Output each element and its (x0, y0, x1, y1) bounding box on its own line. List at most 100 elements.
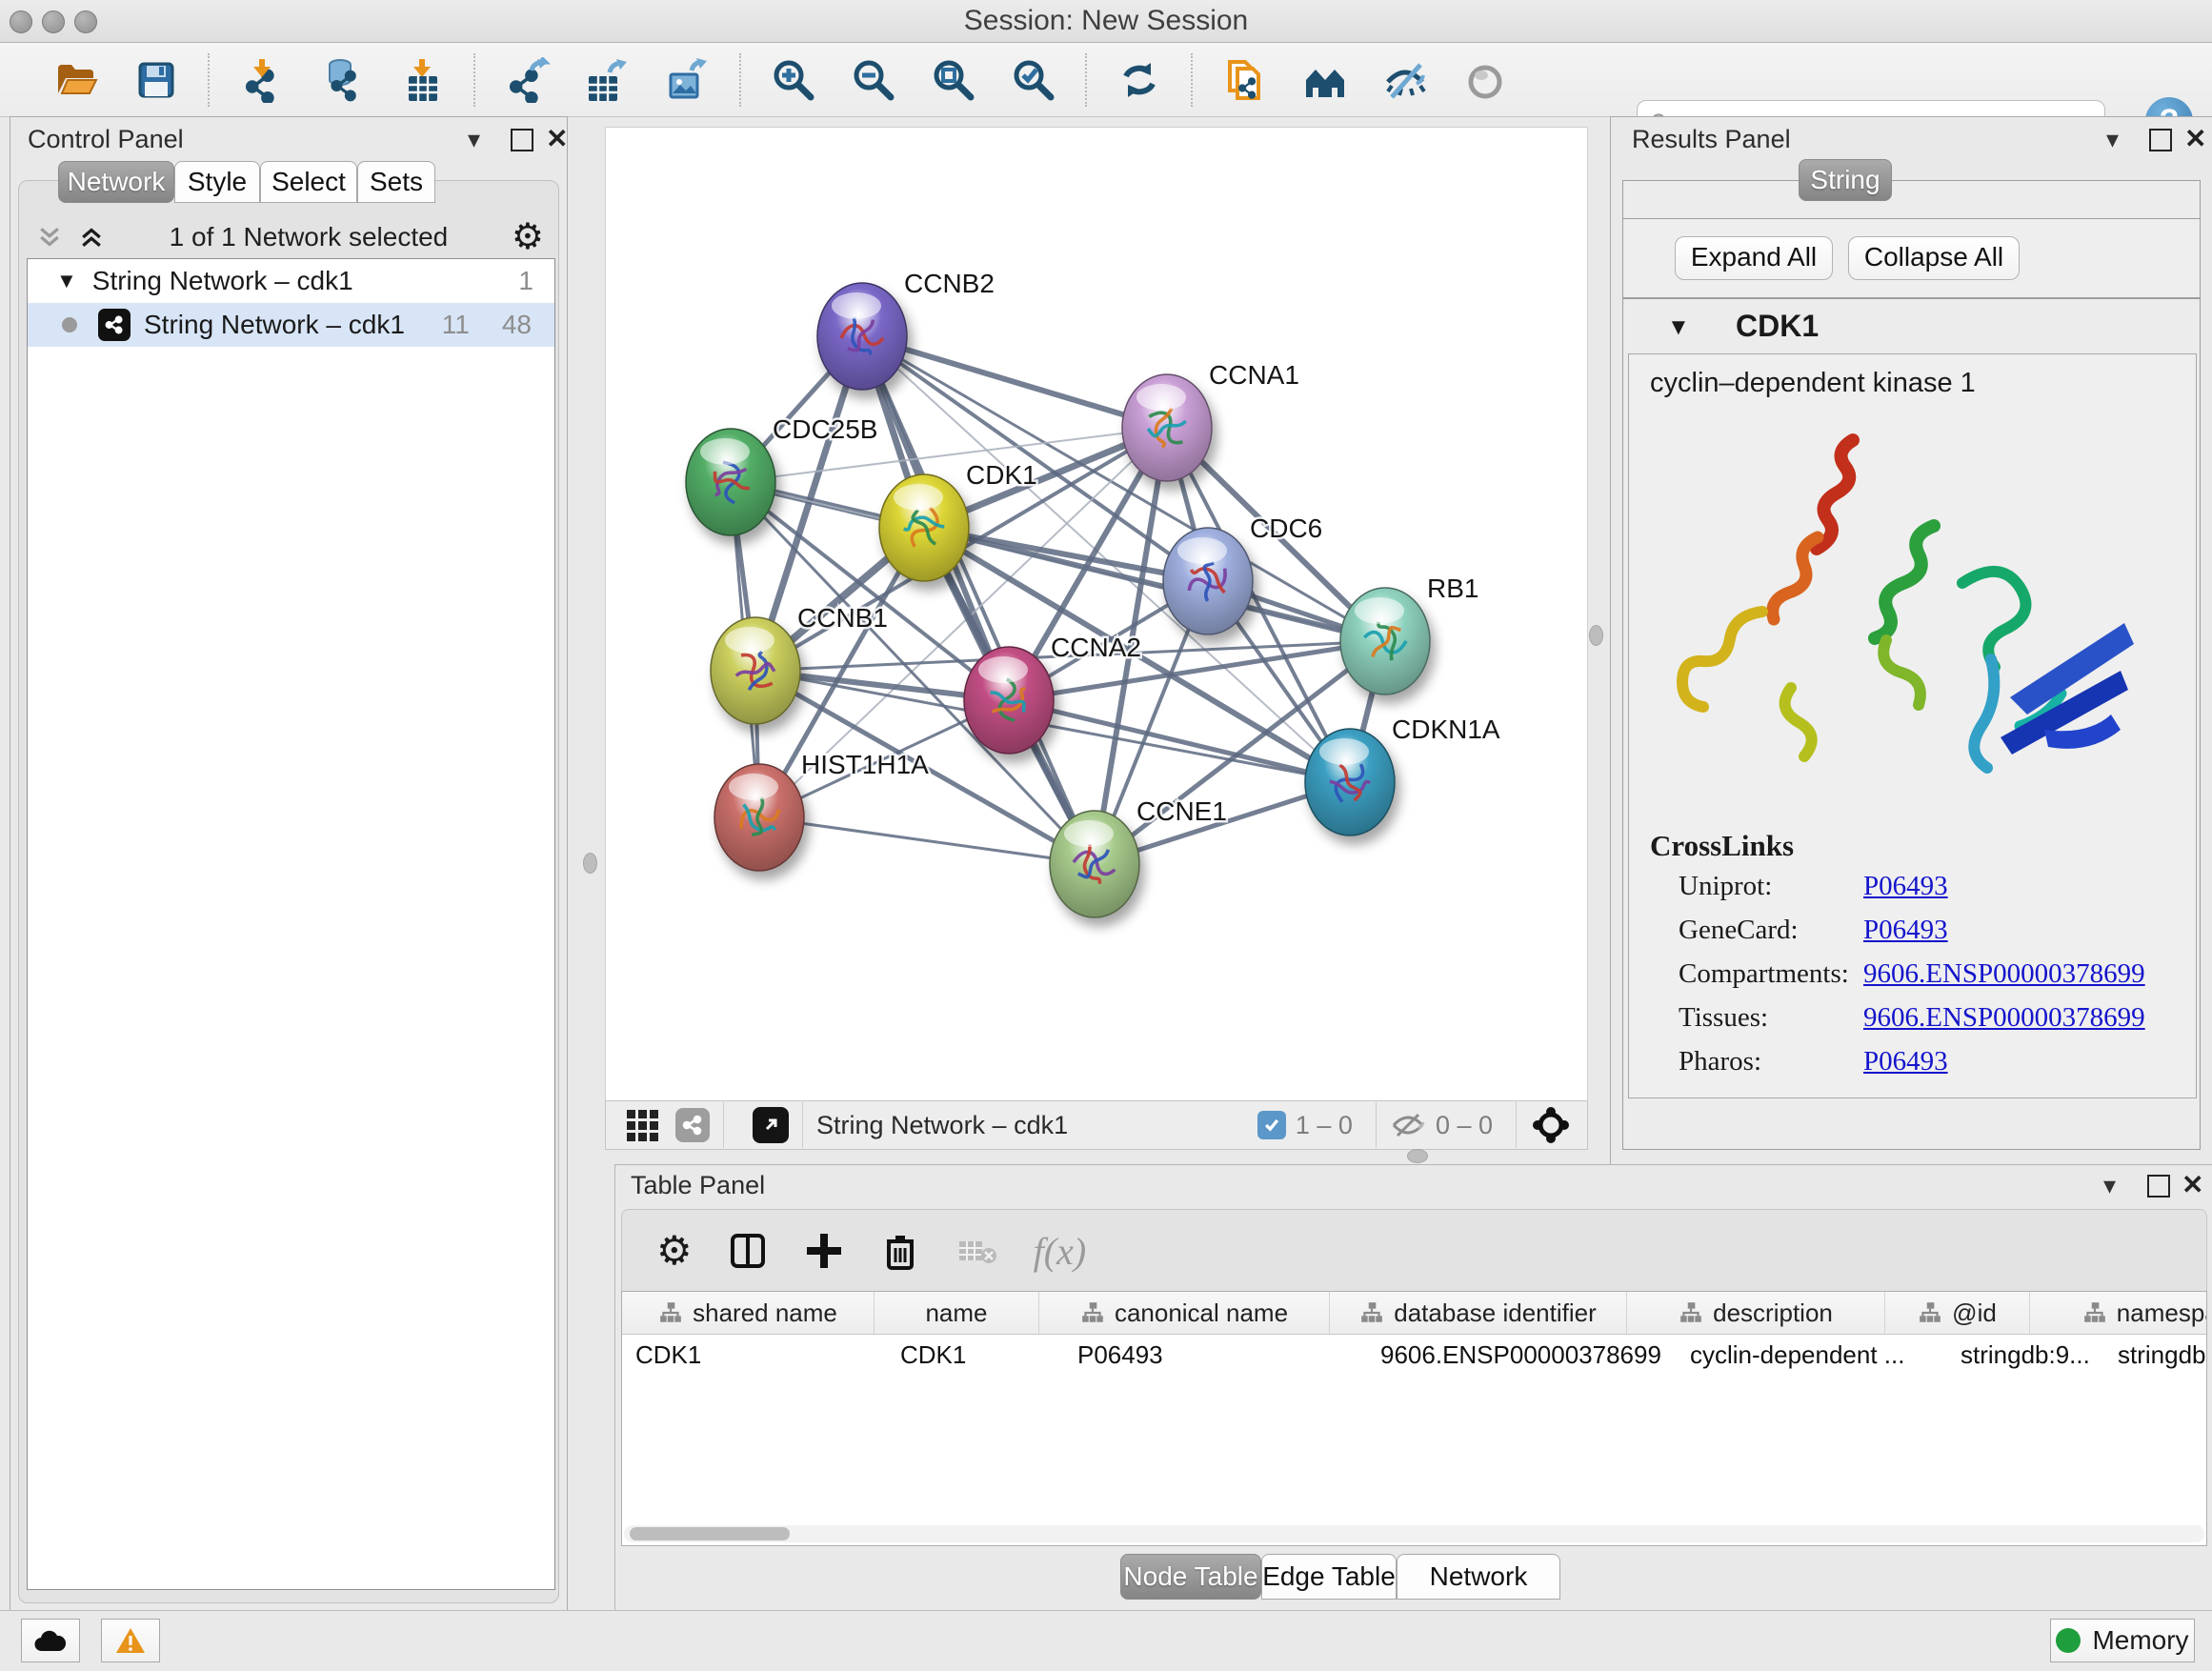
network-node[interactable] (817, 283, 907, 390)
hide-selected-button[interactable] (1378, 51, 1432, 109)
network-node[interactable] (1122, 374, 1212, 481)
zoom-in-button[interactable] (767, 51, 820, 109)
table-cell[interactable]: 9606.ENSP00000378699 (1367, 1334, 1677, 1376)
zoom-out-button[interactable] (847, 51, 900, 109)
network-node-count: 11 (442, 310, 470, 340)
tab-style[interactable]: Style (174, 161, 260, 203)
node-table[interactable]: shared namename canonical name database … (621, 1291, 2207, 1546)
network-node[interactable] (1340, 588, 1430, 695)
crosslink-value-link[interactable]: P06493 (1863, 1046, 1948, 1077)
tab-string[interactable]: String (1799, 159, 1892, 201)
panel-close-icon[interactable]: ✕ (2184, 127, 2206, 151)
network-edge[interactable] (759, 817, 1095, 864)
vertical-splitter-grip[interactable] (583, 853, 597, 874)
zoom-selected-button[interactable] (1007, 51, 1060, 109)
birdseye-icon[interactable] (1530, 1104, 1572, 1146)
column-type-icon (2082, 1300, 2107, 1325)
table-settings-gear-icon[interactable]: ⚙ (656, 1231, 693, 1271)
panel-close-icon[interactable]: ✕ (2182, 1173, 2203, 1198)
network-edge[interactable] (862, 336, 1167, 428)
tab-edge-table[interactable]: Edge Table (1261, 1554, 1397, 1600)
tab-node-table[interactable]: Node Table (1120, 1554, 1261, 1600)
tab-network[interactable]: Network (58, 161, 174, 203)
table-cell[interactable]: stringdb:9... (1947, 1334, 2104, 1376)
new-network-from-selection-button[interactable] (1218, 51, 1272, 109)
horizontal-splitter-grip[interactable] (1407, 1149, 1428, 1163)
table-cell[interactable]: P06493 (1064, 1334, 1367, 1376)
import-table-from-file-button[interactable] (395, 51, 449, 109)
warning-button[interactable] (101, 1619, 160, 1662)
main-toolbar: ? (0, 43, 2212, 117)
export-network-button[interactable] (501, 51, 554, 109)
network-node[interactable] (879, 474, 969, 581)
add-column-icon[interactable] (803, 1230, 845, 1272)
grid-view-icon[interactable] (627, 1110, 658, 1141)
tab-select[interactable]: Select (260, 161, 357, 203)
network-node[interactable] (714, 764, 804, 871)
selected-checkbox-icon[interactable] (1257, 1111, 1286, 1139)
panel-menu-icon[interactable]: ▾ (468, 127, 480, 151)
tab-sets[interactable]: Sets (357, 161, 435, 203)
table-cell[interactable]: CDK1 (622, 1334, 887, 1376)
crosslink-label: Tissues: (1679, 1002, 1768, 1034)
column-header-name[interactable]: name (875, 1292, 1039, 1334)
memory-button[interactable]: Memory (2050, 1619, 2195, 1662)
show-columns-icon[interactable] (727, 1230, 769, 1272)
panel-float-icon[interactable] (2147, 1175, 2170, 1201)
column-header-database-identifier[interactable]: database identifier (1330, 1292, 1627, 1334)
panel-float-icon[interactable] (511, 129, 533, 155)
show-all-button[interactable] (1458, 51, 1512, 109)
export-table-button[interactable] (581, 51, 634, 109)
crosslink-value-link[interactable]: 9606.ENSP00000378699 (1863, 1002, 2145, 1034)
gear-icon[interactable]: ⚙ (512, 219, 544, 255)
panel-menu-icon[interactable]: ▾ (2103, 1173, 2116, 1198)
table-cell[interactable]: stringdb (2104, 1334, 2207, 1376)
apply-preferred-layout-button[interactable] (1113, 51, 1166, 109)
collapse-all-icon[interactable] (35, 223, 64, 252)
network-canvas[interactable]: CCNB2 CCNA1 CDC25B CDK1 CDC6 RB1 CCNB1 C… (605, 127, 1588, 1102)
network-node[interactable] (1050, 811, 1139, 917)
cloud-button[interactable] (21, 1619, 80, 1662)
network-node[interactable] (686, 429, 775, 535)
crosslink-value-link[interactable]: P06493 (1863, 871, 1948, 902)
result-entry-header[interactable]: ▼ CDK1 (1622, 298, 2201, 354)
vertical-splitter-grip[interactable] (1589, 625, 1603, 646)
network-collection-row[interactable]: ▼ String Network – cdk1 1 (28, 259, 554, 303)
column-header-description[interactable]: description (1627, 1292, 1885, 1334)
zoom-fit-button[interactable] (927, 51, 980, 109)
network-overview-icon[interactable] (675, 1108, 710, 1142)
network-row[interactable]: String Network – cdk1 11 48 (28, 303, 554, 347)
column-header-canonical-name[interactable]: canonical name (1039, 1292, 1330, 1334)
table-hscrollbar[interactable] (624, 1525, 2204, 1542)
column-header--id[interactable]: @id (1885, 1292, 2030, 1334)
save-session-button[interactable] (130, 51, 183, 109)
panel-close-icon[interactable]: ✕ (546, 127, 568, 151)
expand-all-icon[interactable] (77, 223, 106, 252)
import-network-from-database-button[interactable] (315, 51, 369, 109)
delete-column-icon[interactable] (879, 1230, 921, 1272)
import-network-from-file-button[interactable] (235, 51, 289, 109)
export-image-button[interactable] (661, 51, 714, 109)
network-node[interactable] (1305, 729, 1395, 836)
open-session-button[interactable] (50, 51, 103, 109)
detach-view-icon[interactable] (753, 1107, 789, 1143)
network-node[interactable] (1163, 528, 1253, 634)
network-edge[interactable] (862, 336, 1095, 864)
expand-all-button[interactable]: Expand All (1675, 236, 1833, 280)
first-neighbors-button[interactable] (1298, 51, 1352, 109)
crosslink-value-link[interactable]: P06493 (1863, 915, 1948, 946)
tab-network-table[interactable]: Network Table (1397, 1554, 1560, 1600)
panel-float-icon[interactable] (2149, 129, 2172, 155)
table-cell[interactable]: CDK1 (887, 1334, 1064, 1376)
entry-expand-icon[interactable]: ▼ (1667, 314, 1690, 341)
column-header-namespace[interactable]: namespace (2030, 1292, 2207, 1334)
network-node[interactable] (711, 617, 800, 724)
table-cell[interactable]: cyclin-dependent ... (1677, 1334, 1947, 1376)
crosslink-value-link[interactable]: 9606.ENSP00000378699 (1863, 958, 2145, 990)
hscrollbar-thumb[interactable] (630, 1527, 790, 1540)
collection-expand-icon[interactable]: ▼ (56, 269, 77, 293)
network-node[interactable] (964, 647, 1054, 754)
collapse-all-button[interactable]: Collapse All (1848, 236, 2020, 280)
column-header-shared-name[interactable]: shared name (622, 1292, 875, 1334)
panel-menu-icon[interactable]: ▾ (2106, 127, 2119, 151)
